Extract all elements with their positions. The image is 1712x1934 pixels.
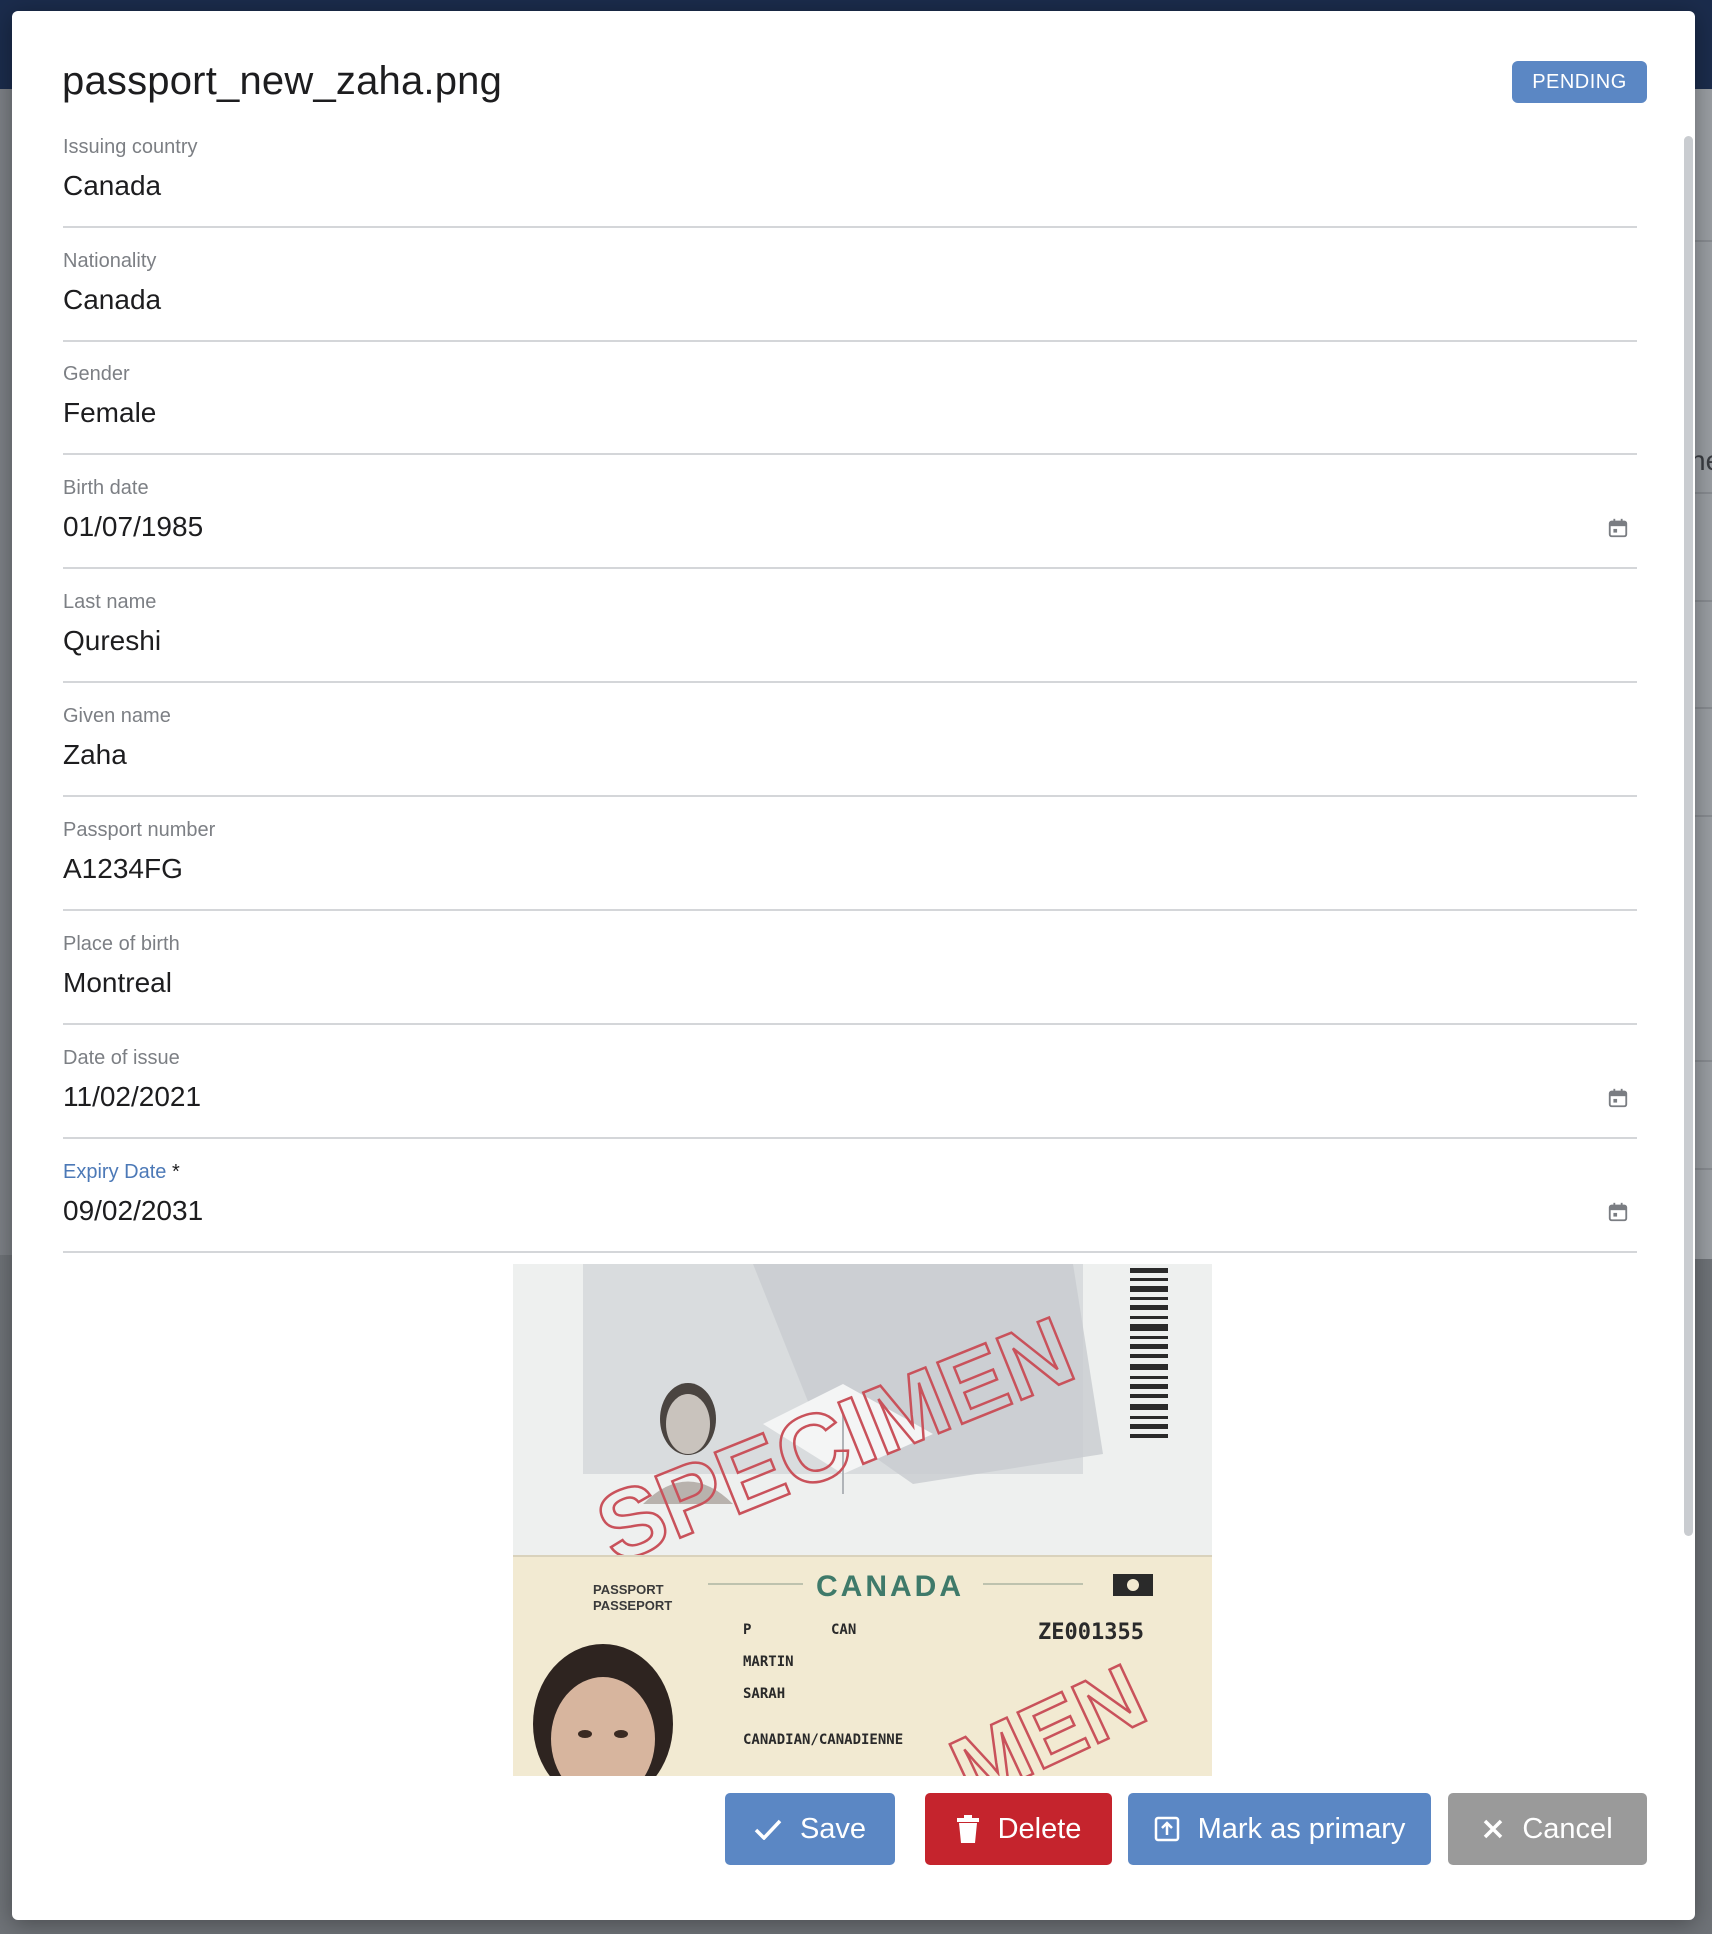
field-label: Given name — [63, 705, 171, 727]
passport-illustration: SPECIMEN PASSPORT PASSEPORT CANADA P CAN… — [513, 1264, 1212, 1776]
issuing-country-field[interactable]: Issuing country — [63, 136, 1637, 228]
calendar-icon[interactable] — [1607, 1087, 1629, 1109]
passport-label: PASSPORT — [593, 1582, 664, 1597]
passport-code: CAN — [831, 1622, 856, 1638]
given-name-field[interactable]: Given name — [63, 705, 1637, 797]
expiry-date-field[interactable]: Expiry Date * — [63, 1161, 1637, 1253]
given-name-input[interactable] — [63, 739, 1563, 771]
modal-title: passport_new_zaha.png — [62, 59, 503, 103]
mark-as-primary-label: Mark as primary — [1197, 1812, 1406, 1845]
backdrop-divider — [1695, 815, 1712, 817]
passport-surname: MARTIN — [743, 1654, 794, 1670]
field-label: Expiry Date * — [63, 1161, 180, 1184]
close-icon — [1484, 1819, 1503, 1839]
passeport-label: PASSEPORT — [593, 1598, 672, 1613]
trash-icon — [956, 1815, 979, 1843]
cancel-button-label: Cancel — [1522, 1812, 1613, 1845]
calendar-icon[interactable] — [1607, 1201, 1629, 1223]
field-label: Gender — [63, 363, 130, 385]
mark-as-primary-button[interactable]: Mark as primary — [1128, 1793, 1431, 1865]
backdrop-divider — [1695, 240, 1712, 242]
field-label: Birth date — [63, 477, 149, 499]
upload-box-icon — [1154, 1816, 1179, 1842]
place-of-birth-input[interactable] — [63, 967, 1563, 999]
field-label: Passport number — [63, 819, 216, 841]
birth-date-input[interactable] — [63, 511, 1563, 543]
field-label: Last name — [63, 591, 157, 613]
passport-type: P — [743, 1622, 751, 1638]
field-label: Date of issue — [63, 1047, 180, 1069]
document-modal: passport_new_zaha.png PENDING Issuing co… — [12, 11, 1695, 1920]
passport-number-field[interactable]: Passport number — [63, 819, 1637, 911]
passport-number-input[interactable] — [63, 853, 1563, 885]
nationality-field[interactable]: Nationality — [63, 250, 1637, 342]
field-label: Place of birth — [63, 933, 180, 955]
issuing-country-input[interactable] — [63, 170, 1563, 202]
delete-button[interactable]: Delete — [925, 1793, 1112, 1865]
required-mark: * — [171, 1161, 180, 1183]
date-of-issue-field[interactable]: Date of issue — [63, 1047, 1637, 1139]
modal-scrollbar[interactable] — [1684, 136, 1693, 1536]
birth-date-field[interactable]: Birth date — [63, 477, 1637, 569]
status-badge: PENDING — [1512, 61, 1647, 103]
place-of-birth-field[interactable]: Place of birth — [63, 933, 1637, 1025]
passport-country: CANADA — [816, 1570, 964, 1603]
passport-given-names: SARAH — [743, 1686, 785, 1702]
backdrop-divider — [1695, 492, 1712, 494]
passport-nationality: CANADIAN/CANADIENNE — [743, 1732, 903, 1748]
passport-document-number: ZE001355 — [1038, 1620, 1144, 1645]
date-of-issue-input[interactable] — [63, 1081, 1563, 1113]
app-side-strip — [1695, 89, 1712, 1259]
backdrop-divider — [1695, 707, 1712, 709]
field-label: Nationality — [63, 250, 157, 272]
delete-button-label: Delete — [997, 1812, 1082, 1845]
field-label: Issuing country — [63, 136, 198, 158]
gender-input[interactable] — [63, 397, 1563, 429]
last-name-input[interactable] — [63, 625, 1563, 657]
backdrop-divider — [1695, 600, 1712, 602]
last-name-field[interactable]: Last name — [63, 591, 1637, 683]
save-button-label: Save — [799, 1812, 867, 1845]
check-icon — [754, 1819, 782, 1840]
passport-image: SPECIMEN PASSPORT PASSEPORT CANADA P CAN… — [513, 1264, 1212, 1776]
calendar-icon[interactable] — [1607, 517, 1629, 539]
gender-field[interactable]: Gender — [63, 363, 1637, 455]
backdrop-divider — [1695, 1060, 1712, 1062]
save-button[interactable]: Save — [725, 1793, 895, 1865]
expiry-date-input[interactable] — [63, 1195, 1563, 1227]
backdrop-divider — [1695, 1168, 1712, 1170]
expiry-date-label: Expiry Date — [63, 1161, 167, 1183]
nationality-input[interactable] — [63, 284, 1563, 316]
cancel-button[interactable]: Cancel — [1448, 1793, 1647, 1865]
